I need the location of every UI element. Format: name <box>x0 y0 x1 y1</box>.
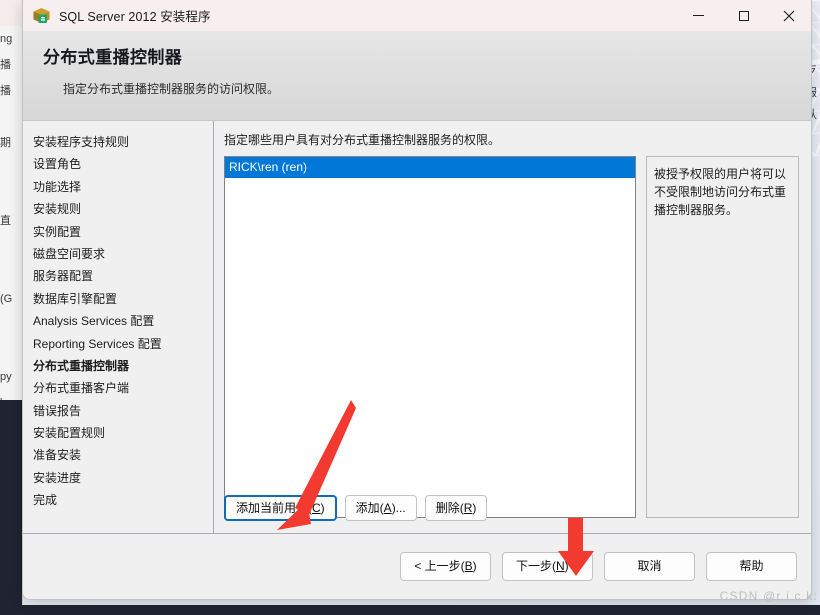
sidebar-item-5[interactable]: 磁盘空间要求 <box>23 243 213 265</box>
maximize-icon <box>738 10 749 21</box>
background-console-window[interactable] <box>0 400 22 615</box>
sql-server-setup-dialog: SQL Server 2012 安装程序 分布式重播控制器 指定分布式重播控制器… <box>22 0 812 600</box>
back-button[interactable]: < 上一步(B) <box>400 552 491 581</box>
close-button[interactable] <box>766 0 811 31</box>
minimize-icon <box>693 15 704 16</box>
page-title: 分布式重播控制器 <box>43 48 183 67</box>
next-button[interactable]: 下一步(N) > <box>502 552 593 581</box>
setup-step-sidebar: 安装程序支持规则 设置角色 功能选择 安装规则 实例配置 磁盘空间要求 服务器配置 数据库引擎… <box>23 121 214 533</box>
minimize-button[interactable] <box>676 0 721 31</box>
sidebar-item-8[interactable]: Analysis Services 配置 <box>23 310 213 332</box>
sidebar-item-12[interactable]: 错误报告 <box>23 400 213 422</box>
sidebar-item-11[interactable]: 分布式重播客户端 <box>23 377 213 399</box>
content-description: 指定哪些用户具有对分布式重播控制器服务的权限。 <box>224 133 501 147</box>
sidebar-item-7[interactable]: 数据库引擎配置 <box>23 288 213 310</box>
window-title: SQL Server 2012 安装程序 <box>59 10 211 24</box>
sidebar-item-13[interactable]: 安装配置规则 <box>23 422 213 444</box>
sidebar-item-4[interactable]: 实例配置 <box>23 221 213 243</box>
maximize-button[interactable] <box>721 0 766 31</box>
background-window-left-titlebar <box>0 0 22 26</box>
add-user-button[interactable]: 添加(A)... <box>344 495 417 521</box>
sidebar-item-10[interactable]: 分布式重播控制器 <box>23 355 213 377</box>
window-controls <box>676 0 811 31</box>
sidebar-item-9[interactable]: Reporting Services 配置 <box>23 333 213 355</box>
permissions-help-text: 被授予权限的用户将可以不受限制地访问分布式重播控制器服务。 <box>646 156 799 518</box>
close-icon <box>783 10 794 21</box>
dialog-body: 安装程序支持规则 设置角色 功能选择 安装规则 实例配置 磁盘空间要求 服务器配置 数据库引擎… <box>23 121 811 533</box>
sidebar-item-6[interactable]: 服务器配置 <box>23 265 213 287</box>
sidebar-item-0[interactable]: 安装程序支持规则 <box>23 131 213 153</box>
help-button[interactable]: 帮助 <box>706 552 797 581</box>
title-bar[interactable]: SQL Server 2012 安装程序 <box>23 0 811 31</box>
user-action-buttons: 添加当前用户(C) 添加(A)... 删除(R) <box>224 495 799 533</box>
content-split: RICK\ren (ren) 被授予权限的用户将可以不受限制地访问分布式重播控制… <box>224 156 799 518</box>
sidebar-item-14[interactable]: 准备安装 <box>23 444 213 466</box>
screen: ng 播 播 期 直 (G py la b] oo ni 歹 服 认 SQL S… <box>0 0 820 615</box>
sidebar-item-3[interactable]: 安装规则 <box>23 198 213 220</box>
main-content: 指定哪些用户具有对分布式重播控制器服务的权限。 RICK\ren (ren) 被… <box>214 121 811 533</box>
cancel-button[interactable]: 取消 <box>604 552 695 581</box>
add-current-user-button[interactable]: 添加当前用户(C) <box>224 495 337 521</box>
dialog-footer: < 上一步(B) 下一步(N) > 取消 帮助 <box>23 533 811 599</box>
list-item[interactable]: RICK\ren (ren) <box>225 157 635 178</box>
csdn-watermark: CSDN @r i c k: <box>719 589 818 603</box>
taskbar[interactable] <box>0 605 820 615</box>
page-banner: 分布式重播控制器 指定分布式重播控制器服务的访问权限。 <box>23 31 811 121</box>
page-subtitle: 指定分布式重播控制器服务的访问权限。 <box>63 82 280 96</box>
sidebar-item-16[interactable]: 完成 <box>23 489 213 511</box>
remove-user-button[interactable]: 删除(R) <box>424 495 488 521</box>
sidebar-item-1[interactable]: 设置角色 <box>23 153 213 175</box>
background-window-left[interactable]: ng 播 播 期 直 (G py la b] oo ni <box>0 0 23 615</box>
sidebar-item-15[interactable]: 安装进度 <box>23 467 213 489</box>
permitted-users-listbox[interactable]: RICK\ren (ren) <box>224 156 636 518</box>
sql-server-package-icon <box>32 6 51 25</box>
sidebar-item-2[interactable]: 功能选择 <box>23 176 213 198</box>
